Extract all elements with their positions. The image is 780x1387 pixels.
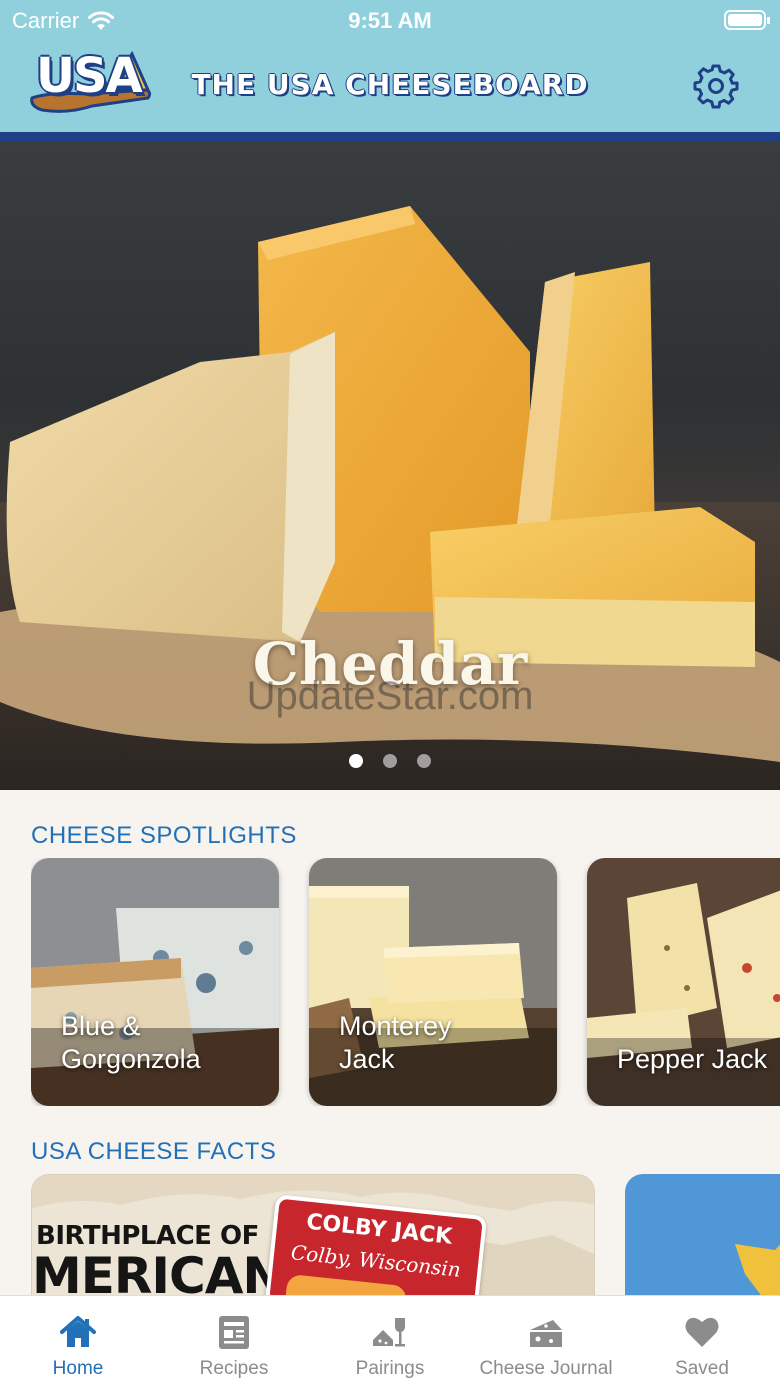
tab-cheese-journal[interactable]: Cheese Journal: [468, 1296, 624, 1387]
spotlight-card-label: Pepper Jack: [617, 1043, 767, 1076]
pairings-icon: [373, 1318, 405, 1347]
tab-label: Pairings: [355, 1358, 425, 1379]
spotlight-card-monterey-jack[interactable]: Monterey Jack: [309, 858, 557, 1106]
carousel-pagination[interactable]: [0, 754, 780, 768]
settings-button[interactable]: [692, 62, 740, 110]
fact-card-2[interactable]: [625, 1174, 780, 1295]
spotlights-heading: CHEESE SPOTLIGHTS: [31, 822, 297, 849]
spotlight-card-pepper-jack[interactable]: Pepper Jack: [587, 858, 780, 1106]
home-icon: [60, 1316, 96, 1347]
tab-saved[interactable]: Saved: [624, 1296, 780, 1387]
facts-carousel[interactable]: BIRTHPLACE OF MERICAN COLBY JACK Colby, …: [31, 1174, 780, 1295]
spotlight-card-label: Blue & Gorgonzola: [61, 1010, 201, 1076]
cheese-wedge-graphic: [284, 1273, 408, 1295]
heart-icon: [685, 1317, 719, 1347]
tab-home[interactable]: Home: [0, 1296, 156, 1387]
journal-icon: [530, 1320, 562, 1347]
spotlight-card-line2: Pepper Jack: [617, 1044, 768, 1074]
spotlight-card-label: Monterey Jack: [339, 1010, 452, 1076]
tab-pairings[interactable]: Pairings: [312, 1296, 468, 1387]
tab-recipes[interactable]: Recipes: [156, 1296, 312, 1387]
tab-bar: Home Recipes Pairings Cheese Journal Sav…: [0, 1295, 780, 1387]
pagination-dot-3[interactable]: [417, 754, 431, 768]
star-graphic: [735, 1244, 780, 1295]
fact-big-text: MERICAN: [32, 1247, 284, 1295]
recipe-icon: [219, 1316, 249, 1349]
status-bar: Carrier 9:51 AM: [0, 0, 780, 40]
tab-label: Saved: [675, 1358, 729, 1379]
header-divider: [0, 132, 780, 142]
spotlight-card-line2: Gorgonzola: [61, 1044, 201, 1074]
tab-label: Cheese Journal: [479, 1358, 613, 1379]
tab-label: Home: [52, 1358, 104, 1379]
fact-card-colby-jack[interactable]: BIRTHPLACE OF MERICAN COLBY JACK Colby, …: [31, 1174, 595, 1295]
tab-label: Recipes: [199, 1358, 269, 1379]
spotlight-card-blue-gorgonzola[interactable]: Blue & Gorgonzola: [31, 858, 279, 1106]
spotlight-card-line2: Jack: [339, 1044, 395, 1074]
spotlight-card-line1: Monterey: [339, 1011, 452, 1041]
spotlight-card-line1: Blue &: [61, 1011, 141, 1041]
watermark: UpdateStar.com: [246, 674, 534, 718]
status-time: 9:51 AM: [348, 8, 432, 33]
pagination-dot-2[interactable]: [383, 754, 397, 768]
app-title: THE USA CHEESEBOARD: [191, 68, 589, 101]
gear-icon: [693, 64, 739, 109]
battery-icon: [724, 10, 770, 30]
hero-carousel[interactable]: Cheddar UpdateStar.com: [0, 142, 780, 790]
spotlight-carousel[interactable]: Blue & Gorgonzola Monterey Jack Pepper J…: [31, 858, 780, 1106]
pagination-dot-1[interactable]: [349, 754, 363, 768]
facts-heading: USA CHEESE FACTS: [31, 1138, 277, 1165]
